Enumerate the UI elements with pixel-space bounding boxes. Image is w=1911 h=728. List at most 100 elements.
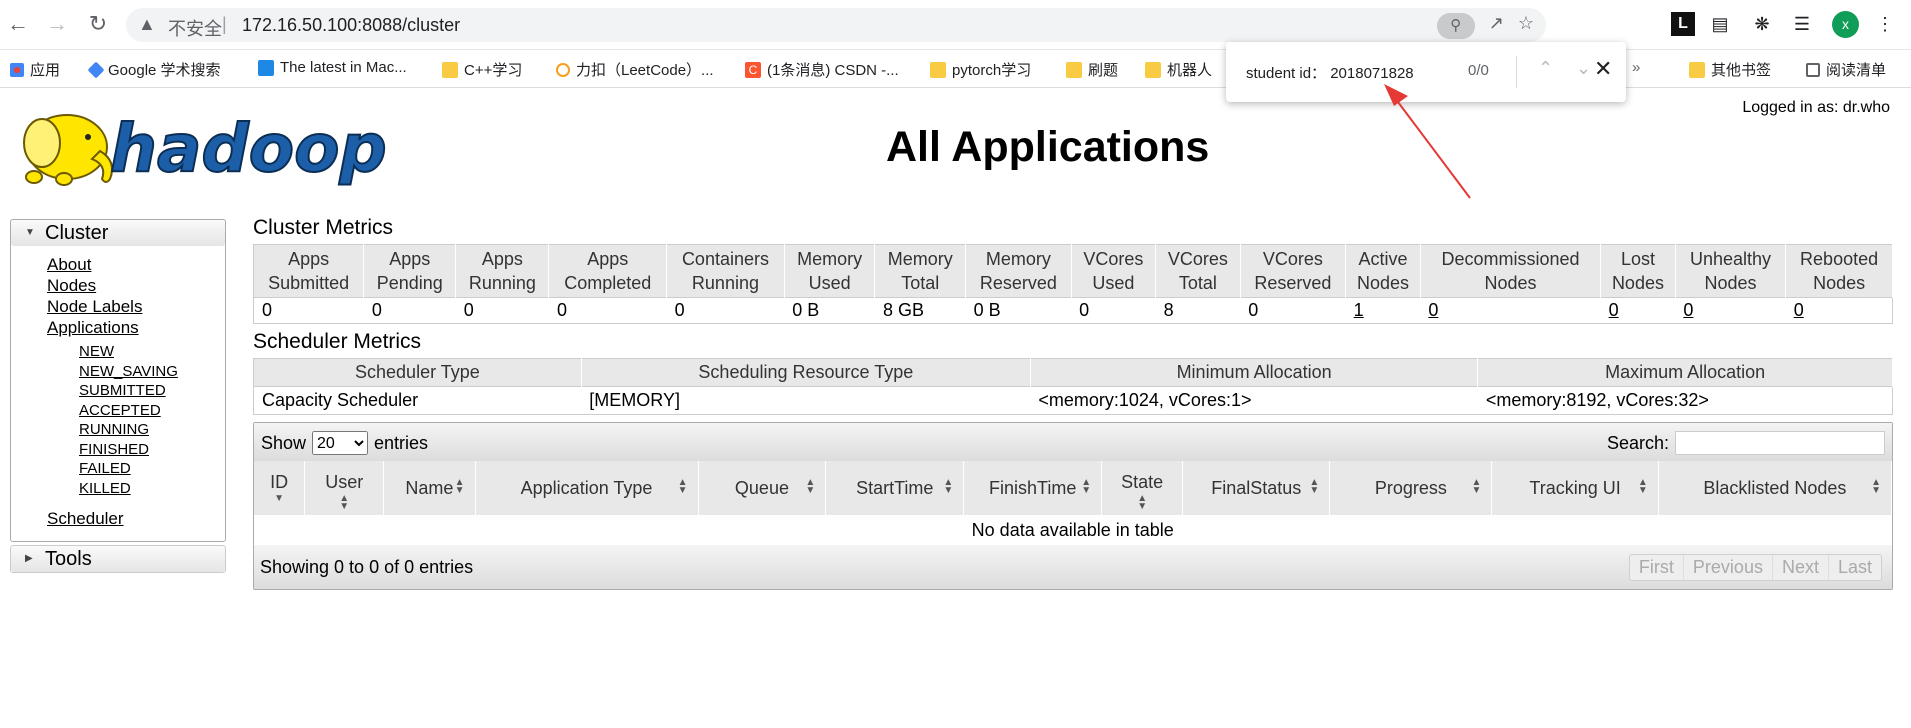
close-icon[interactable]: ✕ bbox=[1594, 56, 1612, 82]
nav-state-new[interactable]: NEW bbox=[79, 342, 225, 362]
nav-state-failed[interactable]: FAILED bbox=[79, 459, 225, 479]
cluster-metric-link[interactable]: 0 bbox=[1794, 300, 1804, 320]
column-header[interactable]: FinalStatus ▲ ▼ bbox=[1182, 461, 1331, 515]
sort-icon[interactable]: ▲ ▼ bbox=[943, 478, 953, 496]
bookmark-label: The latest in Mac... bbox=[280, 59, 407, 76]
pager-next[interactable]: Next bbox=[1771, 555, 1828, 580]
cluster-metric-link[interactable]: 0 bbox=[1609, 300, 1619, 320]
column-header[interactable]: Queue ▲ ▼ bbox=[698, 461, 827, 515]
document-icon[interactable]: ▤ bbox=[1706, 10, 1734, 38]
sort-icon[interactable]: ▲ ▼ bbox=[1309, 478, 1319, 496]
folder-icon bbox=[442, 61, 458, 78]
column-header-label: Blacklisted Nodes bbox=[1703, 477, 1847, 498]
cluster-metric-value: 1 bbox=[1345, 297, 1421, 324]
csdn-icon: C bbox=[745, 61, 761, 78]
back-icon[interactable]: ← bbox=[6, 10, 30, 38]
nav-link-applications[interactable]: Applications bbox=[47, 317, 225, 338]
column-header[interactable]: Application Type ▲ ▼ bbox=[475, 461, 699, 515]
bookmark-mac[interactable]: The latest in Mac... bbox=[258, 59, 407, 76]
chevron-down-icon[interactable]: ⌄ bbox=[1576, 58, 1591, 79]
column-header[interactable]: ID ▼ bbox=[254, 461, 306, 515]
bookmark-leetcode[interactable]: 力扣（LeetCode）... bbox=[556, 59, 714, 80]
bookmark-reading-list[interactable]: 阅读清单 bbox=[1806, 59, 1886, 80]
empty-table-message: No data available in table bbox=[971, 519, 1174, 540]
sort-icon[interactable]: ▲ ▼ bbox=[1137, 494, 1147, 512]
nav-link-about[interactable]: About bbox=[47, 254, 225, 275]
header-line: Nodes bbox=[1357, 273, 1410, 293]
column-header[interactable]: Blacklisted Nodes ▲ ▼ bbox=[1658, 461, 1893, 515]
pager-previous[interactable]: Previous bbox=[1682, 555, 1772, 580]
find-in-page-icon[interactable]: ⚲ bbox=[1436, 13, 1475, 39]
reload-icon[interactable]: ↻ bbox=[86, 10, 110, 38]
sort-icon[interactable]: ▲ ▼ bbox=[1871, 478, 1881, 496]
bookmark-other[interactable]: 其他书签 bbox=[1689, 59, 1771, 80]
column-header[interactable]: Progress ▲ ▼ bbox=[1329, 461, 1493, 515]
puzzle-icon[interactable]: ❋ bbox=[1748, 10, 1776, 38]
tools-header[interactable]: ▶ Tools bbox=[11, 546, 225, 572]
star-icon[interactable]: ☆ bbox=[1518, 13, 1534, 39]
share-icon[interactable]: ↗ bbox=[1489, 13, 1504, 39]
column-header[interactable]: StartTime ▲ ▼ bbox=[825, 461, 965, 515]
bookmarks-overflow-icon[interactable]: » bbox=[1632, 59, 1640, 76]
triangle-right-icon: ▶ bbox=[25, 553, 33, 564]
nav-link-scheduler[interactable]: Scheduler bbox=[47, 508, 225, 529]
nav-state-accepted[interactable]: ACCEPTED bbox=[79, 401, 225, 421]
address-bar[interactable]: ▲ 不安全 | 172.16.50.100:8088/cluster ⚲ ↗ ☆ bbox=[126, 8, 1546, 42]
bookmark-google-scholar[interactable]: Google 学术搜索 bbox=[87, 59, 221, 80]
leetcode-icon bbox=[556, 62, 570, 77]
nav-state-submitted[interactable]: SUBMITTED bbox=[79, 381, 225, 401]
security-label[interactable]: 不安全 bbox=[168, 15, 222, 41]
extension-l-icon[interactable]: L bbox=[1671, 12, 1695, 36]
scheduler-metric-value: <memory:8192, vCores:32> bbox=[1477, 386, 1893, 415]
nav-state-new-saving[interactable]: NEW_SAVING bbox=[79, 362, 225, 382]
header-line: Memory bbox=[887, 249, 953, 269]
nav-link-node-labels[interactable]: Node Labels bbox=[47, 296, 225, 317]
page-size-select[interactable]: 20 bbox=[312, 431, 369, 455]
column-header[interactable]: State ▲ ▼ bbox=[1101, 461, 1184, 515]
nav-state-killed[interactable]: KILLED bbox=[79, 479, 225, 499]
table-toolbar: Show 20 entries Search: bbox=[254, 423, 1892, 461]
bookmark-apps[interactable]: 应用 bbox=[10, 59, 60, 80]
sort-icon[interactable]: ▲ ▼ bbox=[678, 478, 688, 496]
pager-first[interactable]: First bbox=[1630, 555, 1683, 580]
nav-state-running[interactable]: RUNNING bbox=[79, 420, 225, 440]
sort-icon[interactable]: ▲ ▼ bbox=[805, 478, 815, 496]
column-header[interactable]: FinishTime ▲ ▼ bbox=[963, 461, 1103, 515]
menu-icon[interactable]: ⋮ bbox=[1871, 10, 1899, 38]
cluster-metric-header: Decommissioned Nodes bbox=[1420, 244, 1602, 298]
warning-icon[interactable]: ▲ bbox=[138, 14, 156, 35]
playlist-icon[interactable]: ☰ bbox=[1788, 10, 1816, 38]
cluster-metric-link[interactable]: 0 bbox=[1428, 300, 1438, 320]
pager-last[interactable]: Last bbox=[1827, 555, 1881, 580]
sort-icon[interactable]: ▲ ▼ bbox=[1638, 478, 1648, 496]
nav-state-finished[interactable]: FINISHED bbox=[79, 440, 225, 460]
scheduler-metrics-table: Scheduler Type Scheduling Resource Type Mi… bbox=[253, 358, 1893, 415]
column-header[interactable]: Name ▲ ▼ bbox=[383, 461, 476, 515]
cluster-header[interactable]: ▼ Cluster bbox=[11, 220, 225, 246]
column-header[interactable]: Tracking UI ▲ ▼ bbox=[1491, 461, 1659, 515]
sort-icon[interactable]: ▲ ▼ bbox=[339, 494, 349, 512]
url-text[interactable]: 172.16.50.100:8088/cluster bbox=[242, 15, 460, 36]
column-header-label: Queue bbox=[734, 477, 789, 498]
forward-icon[interactable]: → bbox=[45, 10, 69, 38]
bookmark-label: C++学习 bbox=[464, 62, 523, 79]
cluster-metric-link[interactable]: 0 bbox=[1683, 300, 1693, 320]
sort-icon[interactable]: ▲ ▼ bbox=[1081, 478, 1091, 496]
column-header[interactable]: User ▲ ▼ bbox=[304, 461, 385, 515]
sort-icon[interactable]: ▲ ▼ bbox=[455, 478, 465, 496]
search-input[interactable] bbox=[1675, 431, 1885, 455]
nav-link-nodes[interactable]: Nodes bbox=[47, 275, 225, 296]
bookmark-shuati[interactable]: 刷题 bbox=[1066, 59, 1118, 80]
cluster-metric-link[interactable]: 1 bbox=[1354, 300, 1364, 320]
bookmark-csdn[interactable]: C (1条消息) CSDN -... bbox=[745, 59, 899, 80]
scheduler-metric-value: [MEMORY] bbox=[581, 386, 1031, 415]
bookmark-robot[interactable]: 机器人 bbox=[1145, 59, 1212, 80]
tools-section[interactable]: ▶ Tools bbox=[10, 545, 226, 573]
profile-avatar[interactable]: x bbox=[1832, 11, 1859, 38]
sort-icon[interactable]: ▲ ▼ bbox=[1472, 478, 1482, 496]
bookmark-cpp[interactable]: C++学习 bbox=[442, 59, 522, 80]
sort-desc-icon[interactable]: ▼ bbox=[274, 494, 284, 504]
chevron-up-icon[interactable]: ⌃ bbox=[1538, 58, 1553, 79]
bookmark-label: Google 学术搜索 bbox=[108, 62, 221, 79]
bookmark-pytorch[interactable]: pytorch学习 bbox=[930, 59, 1031, 80]
